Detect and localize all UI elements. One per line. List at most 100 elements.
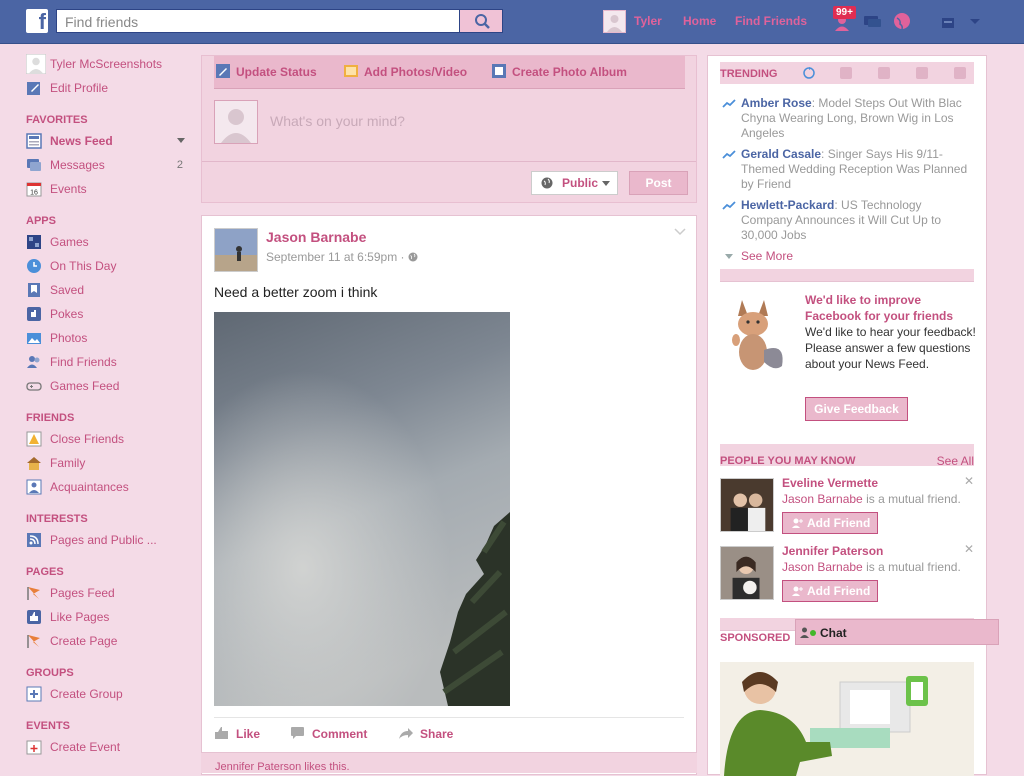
create-group-label: Create Group: [50, 687, 123, 701]
find-friends-icon: [27, 356, 40, 368]
composer-divider: [202, 161, 696, 162]
search-box[interactable]: [56, 9, 460, 33]
games-feed-label: Games Feed: [50, 379, 120, 393]
audience-selector[interactable]: Public: [531, 171, 618, 195]
profile-link-left[interactable]: Tyler McScreenshots: [26, 54, 191, 79]
person-name[interactable]: Jennifer Paterson: [782, 544, 883, 558]
trending-politics-icon[interactable]: [840, 67, 852, 79]
status-input[interactable]: What's on your mind?: [270, 113, 405, 129]
feedback-title: We'd like to improve Facebook for your f…: [805, 293, 954, 323]
edit-profile-link[interactable]: Edit Profile: [26, 79, 191, 103]
chevron-down-icon: [602, 181, 610, 186]
find-friends-link[interactable]: Find Friends: [735, 14, 807, 28]
likes-summary[interactable]: Jennifer Paterson likes this.: [201, 752, 697, 773]
story-options-chevron-icon[interactable]: [674, 228, 686, 236]
pages-feed-label: Pages Feed: [50, 586, 115, 600]
sidebar-item-like-pages[interactable]: Like Pages: [26, 608, 191, 632]
sidebar-item-create-page[interactable]: Create Page: [26, 632, 191, 656]
see-more-link[interactable]: See More: [741, 249, 793, 263]
sidebar-item-acquaintances[interactable]: Acquaintances: [26, 478, 191, 502]
share-button[interactable]: Share: [398, 727, 453, 741]
like-pages-label: Like Pages: [50, 610, 110, 624]
person-photo[interactable]: [720, 546, 774, 600]
photo-video-icon: [344, 65, 358, 77]
mutual-friend-suffix: is a mutual friend.: [862, 492, 961, 506]
pages-and-public-label: Pages and Public ...: [50, 533, 157, 547]
sidebar-item-close-friends[interactable]: Close Friends: [26, 430, 191, 454]
edit-profile-label: Edit Profile: [50, 81, 109, 95]
favorites-heading: FAVORITES: [26, 114, 88, 126]
trending-arrow-icon: [722, 150, 736, 159]
author-name[interactable]: Jason Barnabe: [266, 229, 366, 245]
trending-entertainment-icon[interactable]: [954, 67, 966, 79]
right-sidebar: TRENDING Amber Rose: Model Steps Out Wit…: [707, 55, 987, 776]
on-this-day-label: On This Day: [50, 259, 117, 273]
add-friend-button[interactable]: Add Friend: [782, 580, 878, 602]
trending-science-icon[interactable]: [878, 67, 890, 79]
sidebar-item-games[interactable]: Games: [26, 233, 191, 257]
tab-add-photos-video[interactable]: Add Photos/Video: [344, 65, 467, 79]
messages-icon[interactable]: [861, 10, 883, 32]
give-feedback-button[interactable]: Give Feedback: [805, 397, 908, 421]
bookmark-icon: [28, 283, 40, 297]
person-suggestion: Eveline Vermette Jason Barnabe is a mutu…: [720, 474, 974, 534]
facebook-logo[interactable]: f: [26, 9, 48, 34]
trend-item[interactable]: Hewlett-Packard: US Technology Company A…: [741, 198, 971, 243]
trending-sports-icon[interactable]: [916, 67, 928, 79]
sidebar-item-find-friends[interactable]: Find Friends: [26, 353, 191, 377]
chat-person-icon: [800, 627, 809, 638]
news-feed-options-chevron-icon[interactable]: [177, 138, 185, 143]
sidebar-item-create-event[interactable]: Create Event: [26, 738, 191, 762]
profile-link[interactable]: Tyler: [634, 14, 662, 28]
sidebar-item-games-feed[interactable]: Games Feed: [26, 377, 191, 401]
globe-notifications-icon[interactable]: [891, 10, 913, 32]
sidebar-item-photos[interactable]: Photos: [26, 329, 191, 353]
post-timestamp[interactable]: September 11 at 6:59pm ·: [266, 250, 418, 264]
mutual-friend-name[interactable]: Jason Barnabe: [782, 560, 863, 574]
post-photo[interactable]: [214, 312, 510, 706]
add-friend-button[interactable]: Add Friend: [782, 512, 878, 534]
trend-item[interactable]: Gerald Casale: Singer Says His 9/11-Them…: [741, 147, 971, 192]
sidebar-item-family[interactable]: Family: [26, 454, 191, 478]
comment-button[interactable]: Comment: [290, 727, 367, 741]
calendar-plus-icon: [26, 740, 42, 755]
sidebar-item-saved[interactable]: Saved: [26, 281, 191, 305]
find-friends-label: Find Friends: [50, 355, 117, 369]
see-all-link[interactable]: See All: [937, 454, 974, 468]
games-icon: [27, 235, 41, 249]
sidebar-item-pokes[interactable]: Pokes: [26, 305, 191, 329]
close-icon[interactable]: ✕: [964, 542, 974, 556]
person-photo[interactable]: [720, 478, 774, 532]
sidebar-item-create-group[interactable]: Create Group: [26, 685, 191, 709]
tab-create-photo-album[interactable]: Create Photo Album: [492, 64, 627, 79]
post-button[interactable]: Post: [629, 171, 688, 195]
tab-update-status[interactable]: Update Status: [216, 64, 317, 79]
sidebar-item-pages-feed[interactable]: Pages Feed: [26, 584, 191, 608]
sidebar-item-pages-and-public[interactable]: Pages and Public ...: [26, 531, 191, 555]
person-name[interactable]: Eveline Vermette: [782, 476, 878, 490]
add-friend-label: Add Friend: [807, 516, 871, 530]
mutual-friend-name[interactable]: Jason Barnabe: [782, 492, 863, 506]
share-icon: [399, 728, 413, 739]
privacy-shortcuts-icon[interactable]: [938, 10, 960, 32]
search-input[interactable]: [63, 11, 457, 33]
sponsored-ad-image[interactable]: [720, 662, 974, 776]
sidebar-item-events[interactable]: 16 Events: [26, 180, 191, 204]
sidebar-item-messages[interactable]: Messages 2: [26, 156, 191, 180]
likes-text: Jennifer Paterson likes this.: [215, 761, 350, 773]
close-icon[interactable]: ✕: [964, 474, 974, 488]
trend-item[interactable]: Amber Rose: Model Steps Out With Blac Ch…: [741, 96, 971, 141]
chat-bar[interactable]: Chat: [795, 619, 999, 645]
notifications-badge: 99+: [833, 6, 856, 19]
author-avatar[interactable]: [214, 228, 258, 272]
post-time-text: September 11 at 6:59pm ·: [266, 250, 408, 264]
sidebar-item-news-feed[interactable]: News Feed: [26, 132, 191, 156]
profile-avatar[interactable]: [603, 10, 626, 33]
like-button[interactable]: Like: [214, 727, 260, 741]
plus-icon: [26, 686, 42, 702]
sidebar-item-on-this-day[interactable]: On This Day: [26, 257, 191, 281]
account-menu-chevron-icon[interactable]: [964, 10, 986, 32]
search-button[interactable]: [459, 9, 503, 33]
trending-refresh-icon[interactable]: [802, 66, 816, 80]
home-link[interactable]: Home: [683, 14, 716, 28]
